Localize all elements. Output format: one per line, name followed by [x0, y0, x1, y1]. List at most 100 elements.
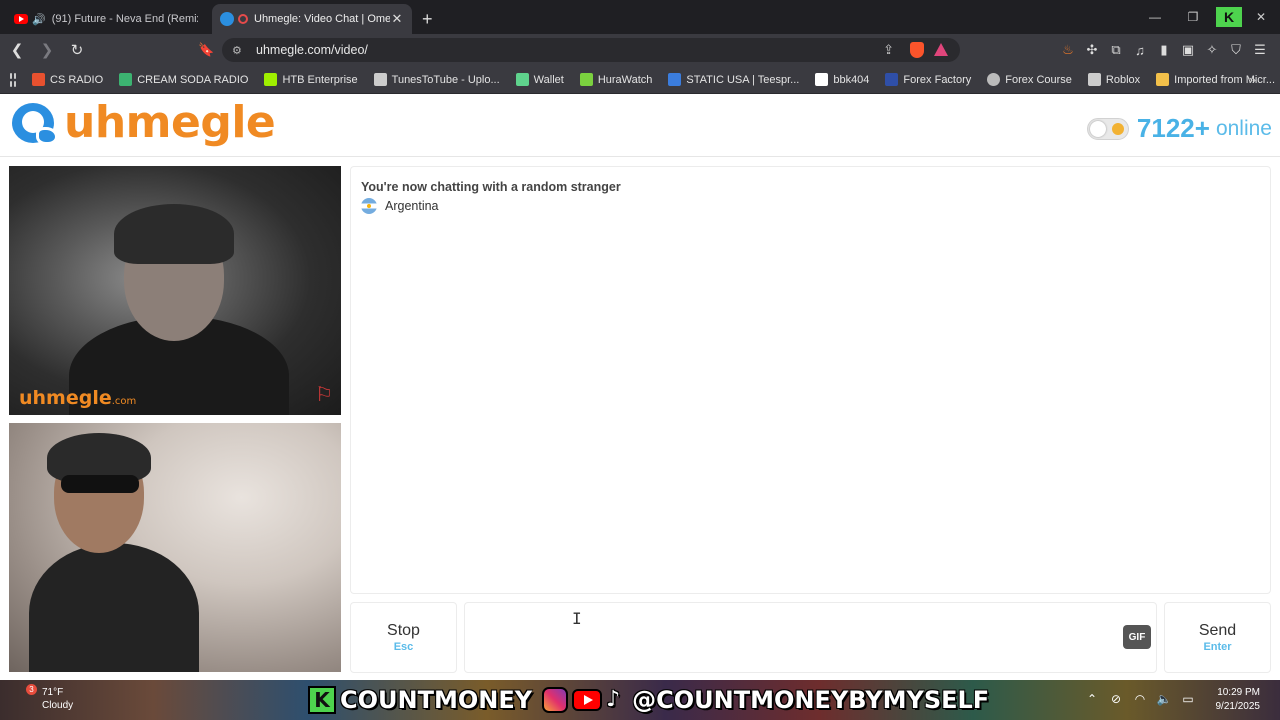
tab-title: Uhmegle: Video Chat | Omeg	[254, 13, 390, 25]
chat-log: You're now chatting with a random strang…	[350, 166, 1271, 594]
tiktok-icon: ♪	[606, 687, 621, 712]
bookmark-tunestotube[interactable]: TunesToTube - Uplo...	[373, 73, 500, 86]
send-button[interactable]: Send Enter	[1164, 602, 1271, 673]
leo-ai-icon[interactable]: ✧	[1200, 42, 1224, 58]
forward-icon[interactable]: ❯	[34, 41, 60, 59]
reload-icon[interactable]: ↻	[64, 41, 90, 59]
media-icon[interactable]: ♫	[1128, 43, 1152, 58]
self-video	[9, 423, 341, 672]
text-cursor-icon: I	[572, 609, 582, 628]
chat-status-message: You're now chatting with a random strang…	[361, 180, 621, 194]
weather-widget[interactable]: 3 71°F Cloudy	[26, 684, 74, 712]
bookmark-htb-enterprise[interactable]: HTB Enterprise	[264, 73, 358, 86]
gif-button[interactable]: GIF	[1123, 625, 1151, 649]
bookmark-forex-factory[interactable]: Forex Factory	[885, 73, 971, 86]
report-flag-icon[interactable]: ⚐	[315, 382, 333, 407]
speaker-icon[interactable]: 🔊	[32, 13, 46, 26]
bookmark-icon	[987, 73, 1001, 86]
online-label: online	[1215, 116, 1272, 140]
screenshot-icon[interactable]: ⧉	[1104, 42, 1128, 58]
tab-title: (91) Future - Neva End (Remix) (C	[51, 13, 198, 25]
promo-handle: @COUNTMONEYBYMYSELF	[632, 686, 990, 714]
stop-label: Stop	[387, 622, 420, 639]
stranger-video: uhmegle.com ⚐	[9, 166, 341, 415]
uhmegle-logo[interactable]: uhmegle	[10, 101, 276, 145]
toggle-knob	[1089, 120, 1106, 137]
site-header: uhmegle 7122+ online	[0, 95, 1280, 157]
bookmark-bbk404[interactable]: bbk404	[815, 73, 869, 86]
extension-icon[interactable]: ♨	[1056, 42, 1080, 58]
send-label: Send	[1198, 622, 1237, 639]
vpn-icon[interactable]: ⛉	[1224, 42, 1248, 58]
chat-controls: Stop Esc GIF Send Enter	[350, 602, 1271, 673]
site-info-icon[interactable]: ⚙	[232, 44, 252, 57]
tab-youtube[interactable]: 🔊 (91) Future - Neva End (Remix) (C	[6, 4, 206, 34]
bookmark-icon	[32, 73, 45, 86]
online-indicator: 7122+ online	[1086, 113, 1272, 144]
stranger-cap	[114, 204, 234, 264]
address-bar[interactable]: ⚙ uhmegle.com/video/ ⇪	[222, 38, 960, 62]
uhmegle-icon	[220, 12, 234, 26]
bookmark-cream-soda-radio[interactable]: CREAM SODA RADIO	[119, 73, 248, 86]
bookmark-icon	[1087, 73, 1101, 86]
stranger-country: Argentina	[361, 198, 1260, 214]
stream-overlay: K COUNTMONEY ♪ @COUNTMONEYBYMYSELF	[308, 685, 989, 715]
puzzle-icon[interactable]: ✣	[1080, 42, 1104, 58]
bookmark-icon	[885, 73, 899, 86]
more-bookmarks-icon[interactable]: »	[1249, 72, 1256, 87]
network-off-icon[interactable]: ⊘	[1104, 692, 1128, 706]
folder-icon	[1156, 73, 1170, 86]
browser-toolbar: ❮ ❯ ↻ 🔖 ⚙ uhmegle.com/video/ ⇪ ♨ ✣ ⧉ ♫ ▮…	[0, 34, 1280, 66]
logo-bubble-icon	[10, 101, 60, 145]
bookmark-static-usa[interactable]: STATIC USA | Teespr...	[668, 73, 799, 86]
promo-name: COUNTMONEY	[340, 686, 533, 714]
back-icon[interactable]: ❮	[4, 41, 30, 59]
bookmarks-bar: CS RADIO CREAM SODA RADIO HTB Enterprise…	[0, 66, 1280, 94]
wallet-icon[interactable]: ▣	[1176, 42, 1200, 58]
close-tab-icon[interactable]: ✕	[390, 11, 404, 27]
chevron-up-icon[interactable]: ⌃	[1080, 692, 1104, 706]
theme-toggle[interactable]	[1086, 117, 1129, 140]
new-tab-button[interactable]: +	[422, 4, 433, 34]
video-watermark: uhmegle.com	[19, 387, 137, 409]
bookmark-page-icon[interactable]: 🔖	[198, 42, 214, 58]
bookmark-icon	[668, 73, 682, 86]
weather-condition: Cloudy	[42, 700, 74, 711]
share-icon[interactable]: ⇪	[883, 42, 894, 58]
sidebar-icon[interactable]: ▮	[1152, 42, 1176, 58]
system-clock[interactable]: 10:29 PM 9/21/2025	[1216, 686, 1261, 714]
menu-icon[interactable]: ☰	[1248, 42, 1272, 58]
online-count: 7122+	[1136, 113, 1210, 143]
weather-temp: 71°F	[42, 687, 64, 698]
browser-tab-strip: 🔊 (91) Future - Neva End (Remix) (C Uhme…	[0, 0, 1280, 34]
maximize-icon[interactable]: ❐	[1174, 10, 1212, 24]
bookmark-icon	[579, 73, 593, 86]
brave-shields-icon[interactable]	[910, 42, 924, 58]
apps-icon[interactable]	[10, 72, 16, 87]
youtube-icon	[14, 14, 28, 24]
bookmark-roblox[interactable]: Roblox	[1087, 73, 1140, 86]
send-hint: Enter	[1203, 641, 1232, 653]
close-window-icon[interactable]: ✕	[1242, 10, 1280, 24]
volume-icon[interactable]: 🔈	[1152, 692, 1176, 706]
extensions-row: ♨ ✣ ⧉ ♫ ▮ ▣ ✧ ⛉ ☰	[1056, 34, 1272, 66]
chat-input[interactable]	[464, 602, 1157, 673]
record-icon	[238, 14, 248, 24]
kick-icon: K	[308, 686, 336, 714]
bookmark-wallet[interactable]: Wallet	[515, 73, 564, 86]
bookmark-hurawatch[interactable]: HuraWatch	[579, 73, 652, 86]
stop-hint: Esc	[393, 641, 414, 653]
os-taskbar: 3 71°F Cloudy K COUNTMONEY ♪ @COUNTMONEY…	[0, 680, 1280, 720]
clock-time: 10:29 PM	[1217, 687, 1260, 698]
bookmark-imported[interactable]: Imported from Micr...	[1156, 73, 1275, 86]
url-text[interactable]: uhmegle.com/video/	[256, 43, 368, 57]
minimize-icon[interactable]: —	[1136, 10, 1174, 24]
bookmark-cs-radio[interactable]: CS RADIO	[32, 73, 103, 86]
bookmark-forex-course[interactable]: Forex Course	[987, 73, 1072, 86]
system-tray: ⌃ ⊘ ◠ 🔈 ▭	[1080, 692, 1200, 706]
brave-rewards-icon[interactable]	[934, 43, 948, 56]
wifi-icon[interactable]: ◠	[1128, 692, 1152, 706]
stop-button[interactable]: Stop Esc	[350, 602, 457, 673]
tab-uhmegle[interactable]: Uhmegle: Video Chat | Omeg ✕	[212, 4, 412, 34]
battery-icon[interactable]: ▭	[1176, 692, 1200, 706]
